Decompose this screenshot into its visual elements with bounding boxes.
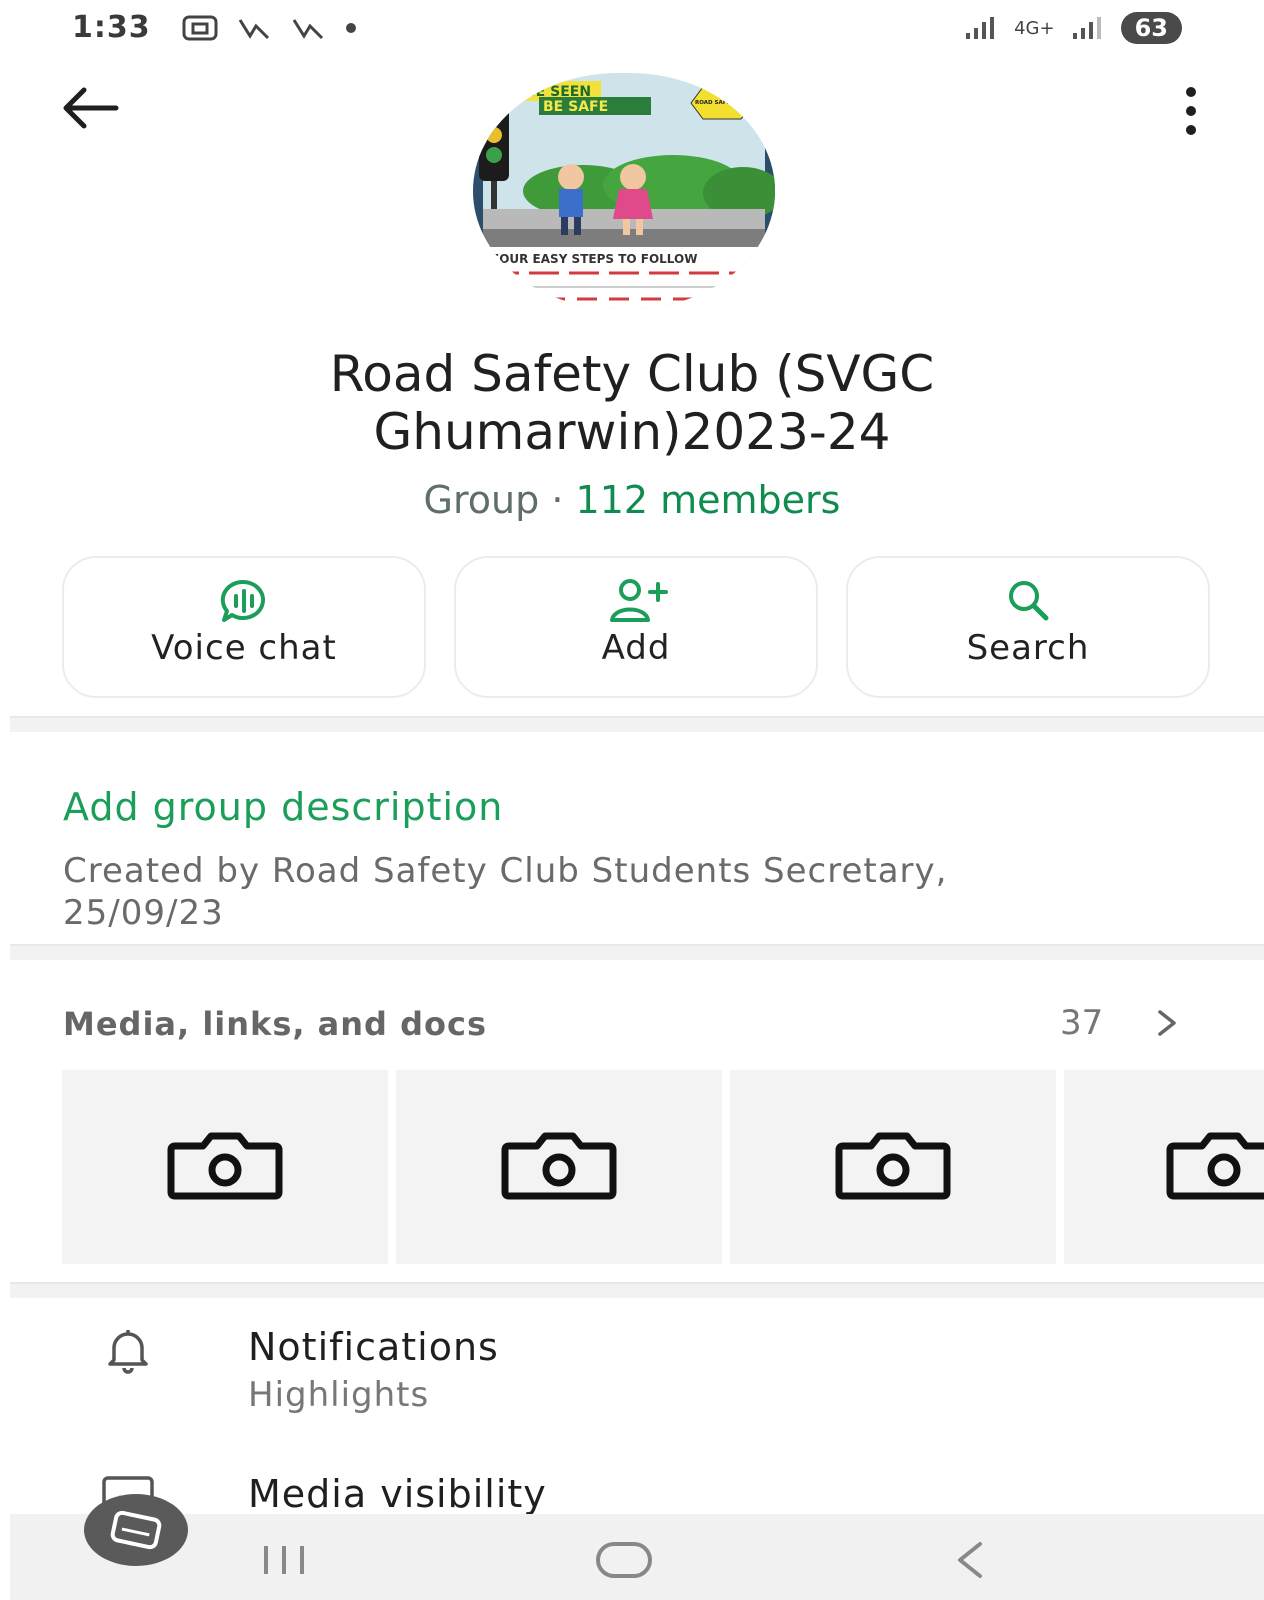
camera-icon xyxy=(1166,1132,1264,1200)
system-navigation-bar xyxy=(10,1514,1264,1600)
add-group-description-link[interactable]: Add group description xyxy=(63,785,503,829)
road-safety-poster-image: BE SEEN BE SAFE ROAD SAFETY RULES FOUR E… xyxy=(473,73,775,309)
chevron-right-icon[interactable] xyxy=(1155,1008,1179,1038)
group-type-label: Group xyxy=(423,478,540,522)
capture-card-icon xyxy=(110,1510,162,1550)
signal-icon-2 xyxy=(1072,17,1101,39)
media-count[interactable]: 37 xyxy=(1060,1003,1103,1043)
media-links-docs-title[interactable]: Media, links, and docs xyxy=(63,1005,487,1043)
camera-icon xyxy=(835,1132,951,1200)
home-icon[interactable] xyxy=(594,1540,654,1580)
voice-chat-button[interactable]: Voice chat xyxy=(62,556,426,698)
back-nav-icon[interactable] xyxy=(950,1540,990,1580)
screenshot-icon xyxy=(182,15,218,41)
poster-caption: FOUR EASY STEPS TO FOLLOW xyxy=(491,252,697,266)
missed-call-icon xyxy=(238,19,270,40)
recent-apps-icon[interactable] xyxy=(254,1540,314,1580)
notifications-title: Notifications xyxy=(248,1325,499,1369)
more-notifications-dot-icon xyxy=(346,23,356,33)
created-by-text: Created by Road Safety Club Students Sec… xyxy=(63,851,948,933)
network-type-label: 4G+ xyxy=(1014,17,1055,39)
group-subtitle: Group · 112 members xyxy=(0,478,1264,522)
missed-call-icon-2 xyxy=(292,19,324,40)
action-buttons-row: Voice chat Add Search xyxy=(62,556,1210,698)
add-member-button[interactable]: Add xyxy=(454,556,818,698)
camera-icon xyxy=(167,1132,283,1200)
add-person-icon xyxy=(610,579,668,622)
floating-capture-button[interactable] xyxy=(84,1494,188,1566)
back-arrow-icon[interactable] xyxy=(58,84,120,132)
divider xyxy=(10,944,1264,960)
signal-icon xyxy=(966,17,995,39)
status-bar: 1:33 4G+ 63 xyxy=(0,0,1264,60)
media-thumbnail[interactable] xyxy=(1064,1070,1264,1264)
subtitle-separator: · xyxy=(551,478,564,522)
group-avatar[interactable]: BE SEEN BE SAFE ROAD SAFETY RULES FOUR E… xyxy=(473,73,775,309)
member-count-link[interactable]: 112 members xyxy=(576,478,841,522)
search-icon xyxy=(1009,581,1049,621)
camera-icon xyxy=(501,1132,617,1200)
group-title[interactable]: Road Safety Club (SVGC Ghumarwin)2023-24 xyxy=(160,345,1104,461)
divider xyxy=(10,716,1264,732)
status-right: 4G+ 63 xyxy=(964,12,1182,44)
media-visibility-title: Media visibility xyxy=(248,1472,547,1516)
poster-banner-line2: BE SAFE xyxy=(543,99,608,115)
add-label: Add xyxy=(601,628,671,668)
status-time: 1:33 xyxy=(72,10,151,45)
voice-chat-label: Voice chat xyxy=(151,628,337,668)
media-thumbnail[interactable] xyxy=(62,1070,388,1264)
media-thumbnails xyxy=(62,1070,1264,1264)
voice-chat-icon xyxy=(220,579,265,622)
search-button[interactable]: Search xyxy=(846,556,1210,698)
notifications-subtitle: Highlights xyxy=(248,1375,430,1415)
bell-icon xyxy=(108,1330,148,1374)
search-label: Search xyxy=(966,628,1090,668)
status-notification-icons xyxy=(182,14,358,42)
divider xyxy=(10,1282,1264,1298)
battery-badge: 63 xyxy=(1120,12,1182,44)
more-options-icon[interactable] xyxy=(1176,82,1206,140)
media-thumbnail[interactable] xyxy=(396,1070,722,1264)
media-thumbnail[interactable] xyxy=(730,1070,1056,1264)
